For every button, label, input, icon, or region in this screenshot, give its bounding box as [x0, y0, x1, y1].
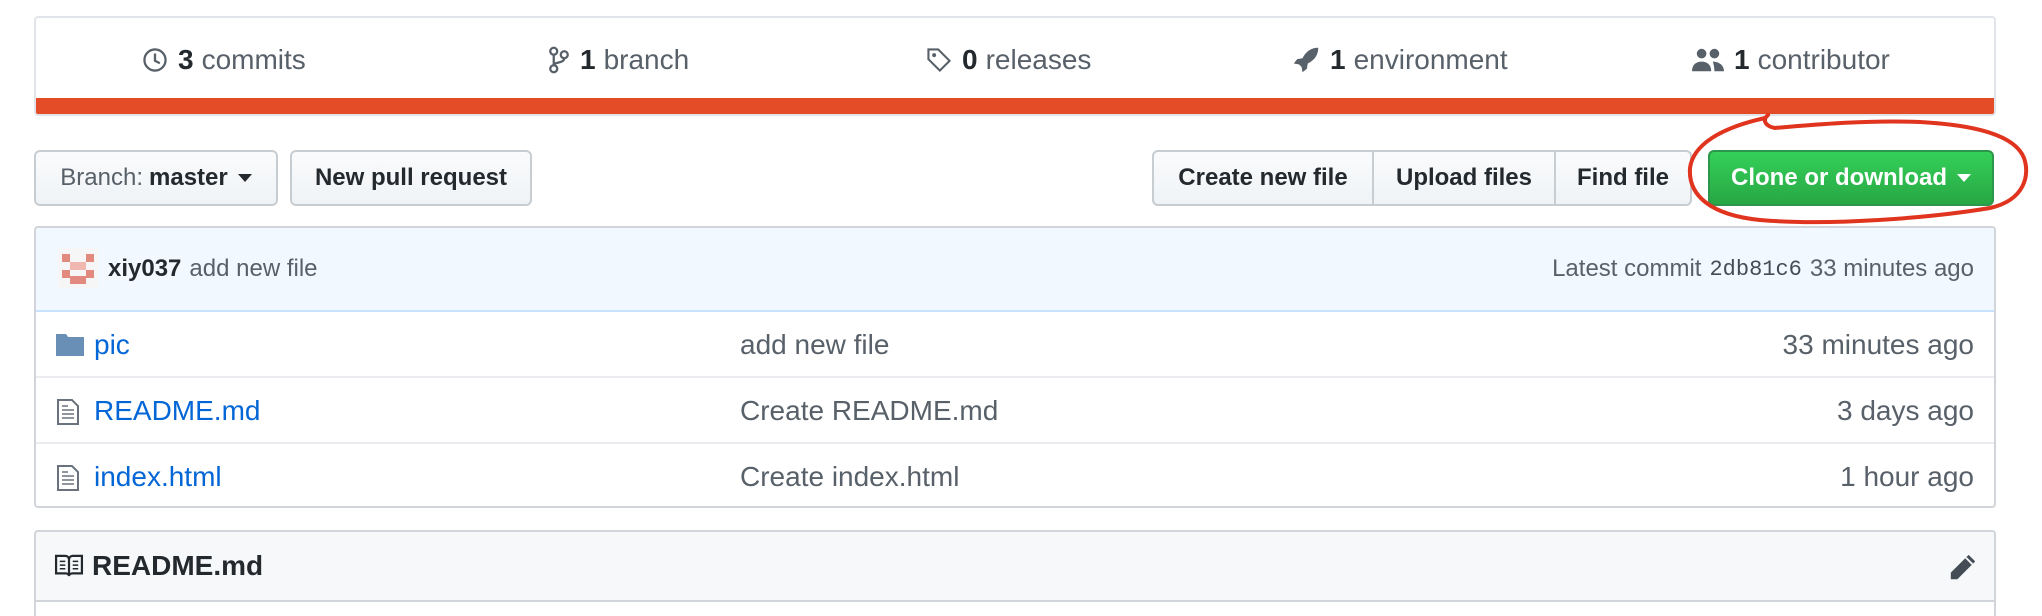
- tag-icon: [927, 48, 952, 73]
- stat-commits-label: commits: [201, 44, 306, 75]
- stat-contributors-label: contributor: [1757, 44, 1890, 75]
- table-row[interactable]: index.html Create index.html 1 hour ago: [36, 444, 1994, 506]
- latest-commit-info: Latest commit 2db81c6 33 minutes ago: [1552, 228, 1974, 310]
- file-actions-group: Create new file Upload files Find file: [1152, 150, 1692, 206]
- stat-environments-count: 1: [1330, 44, 1346, 75]
- commit-age: 33 minutes ago: [1809, 255, 1974, 282]
- stat-commits-count: 3: [178, 44, 194, 75]
- table-row[interactable]: pic add new file 33 minutes ago: [36, 312, 1994, 378]
- file-age: 1 hour ago: [1840, 461, 1974, 492]
- git-branch-icon: [549, 46, 569, 74]
- commit-author[interactable]: xiy037: [108, 255, 181, 283]
- branch-select-button[interactable]: Branch: master: [34, 150, 278, 206]
- stat-commits[interactable]: 3 commits: [142, 18, 306, 102]
- readme-title-text: README.md: [92, 550, 264, 581]
- branch-name: master: [149, 164, 228, 191]
- file-commit-message[interactable]: Create README.md: [740, 378, 998, 444]
- file-age: 3 days ago: [1837, 395, 1974, 426]
- avatar[interactable]: [58, 248, 98, 288]
- stat-branches-count: 1: [580, 44, 596, 75]
- file-age: 33 minutes ago: [1782, 329, 1974, 360]
- new-pull-request-button[interactable]: New pull request: [290, 150, 532, 206]
- branch-prefix: Branch:: [60, 164, 143, 191]
- file-name[interactable]: pic: [94, 312, 130, 378]
- table-row[interactable]: README.md Create README.md 3 days ago: [36, 378, 1994, 444]
- stat-releases-label: releases: [985, 44, 1092, 75]
- chevron-down-icon: [237, 174, 252, 182]
- readme-title: README.md: [54, 532, 263, 600]
- file-list: xiy037 add new file Latest commit 2db81c…: [34, 226, 1996, 508]
- commit-author-and-message: xiy037 add new file: [108, 228, 318, 310]
- readme-panel: README.md: [34, 530, 1996, 616]
- file-commit-message[interactable]: add new file: [740, 312, 889, 378]
- stat-environments-label: environment: [1353, 44, 1508, 75]
- stat-contributors[interactable]: 1 contributor: [1692, 18, 1890, 102]
- commit-message[interactable]: add new file: [189, 255, 317, 283]
- readme-header: README.md: [36, 532, 1994, 602]
- clone-or-download-label: Clone or download: [1731, 164, 1947, 191]
- create-new-file-button[interactable]: Create new file: [1152, 150, 1374, 206]
- file-icon: [57, 465, 79, 491]
- people-icon: [1692, 48, 1724, 72]
- commit-sha[interactable]: 2db81c6: [1709, 257, 1801, 282]
- file-name[interactable]: README.md: [94, 378, 260, 444]
- folder-icon: [56, 334, 84, 356]
- rocket-icon: [1293, 47, 1319, 73]
- file-icon: [57, 399, 79, 425]
- file-commit-message[interactable]: Create index.html: [740, 444, 959, 506]
- language-bar[interactable]: [36, 98, 1994, 114]
- latest-commit-label: Latest commit: [1552, 255, 1702, 282]
- stat-branches[interactable]: 1 branch: [548, 18, 689, 102]
- repo-stats-bar: 3 commits 1 branch 0 releases 1 environm…: [34, 16, 1996, 116]
- stat-releases[interactable]: 0 releases: [926, 18, 1091, 102]
- latest-commit-bar: xiy037 add new file Latest commit 2db81c…: [36, 228, 1994, 312]
- clone-or-download-button[interactable]: Clone or download: [1708, 150, 1994, 206]
- stat-releases-count: 0: [962, 44, 978, 75]
- history-icon: [143, 48, 167, 72]
- chevron-down-icon: [1957, 174, 1971, 182]
- pencil-icon[interactable]: [1948, 552, 1978, 582]
- book-icon: [54, 554, 84, 577]
- file-name[interactable]: index.html: [94, 444, 222, 506]
- find-file-button[interactable]: Find file: [1554, 150, 1692, 206]
- upload-files-button[interactable]: Upload files: [1372, 150, 1556, 206]
- stat-environments[interactable]: 1 environment: [1292, 18, 1508, 102]
- stat-contributors-count: 1: [1734, 44, 1750, 75]
- stat-branches-label: branch: [603, 44, 690, 75]
